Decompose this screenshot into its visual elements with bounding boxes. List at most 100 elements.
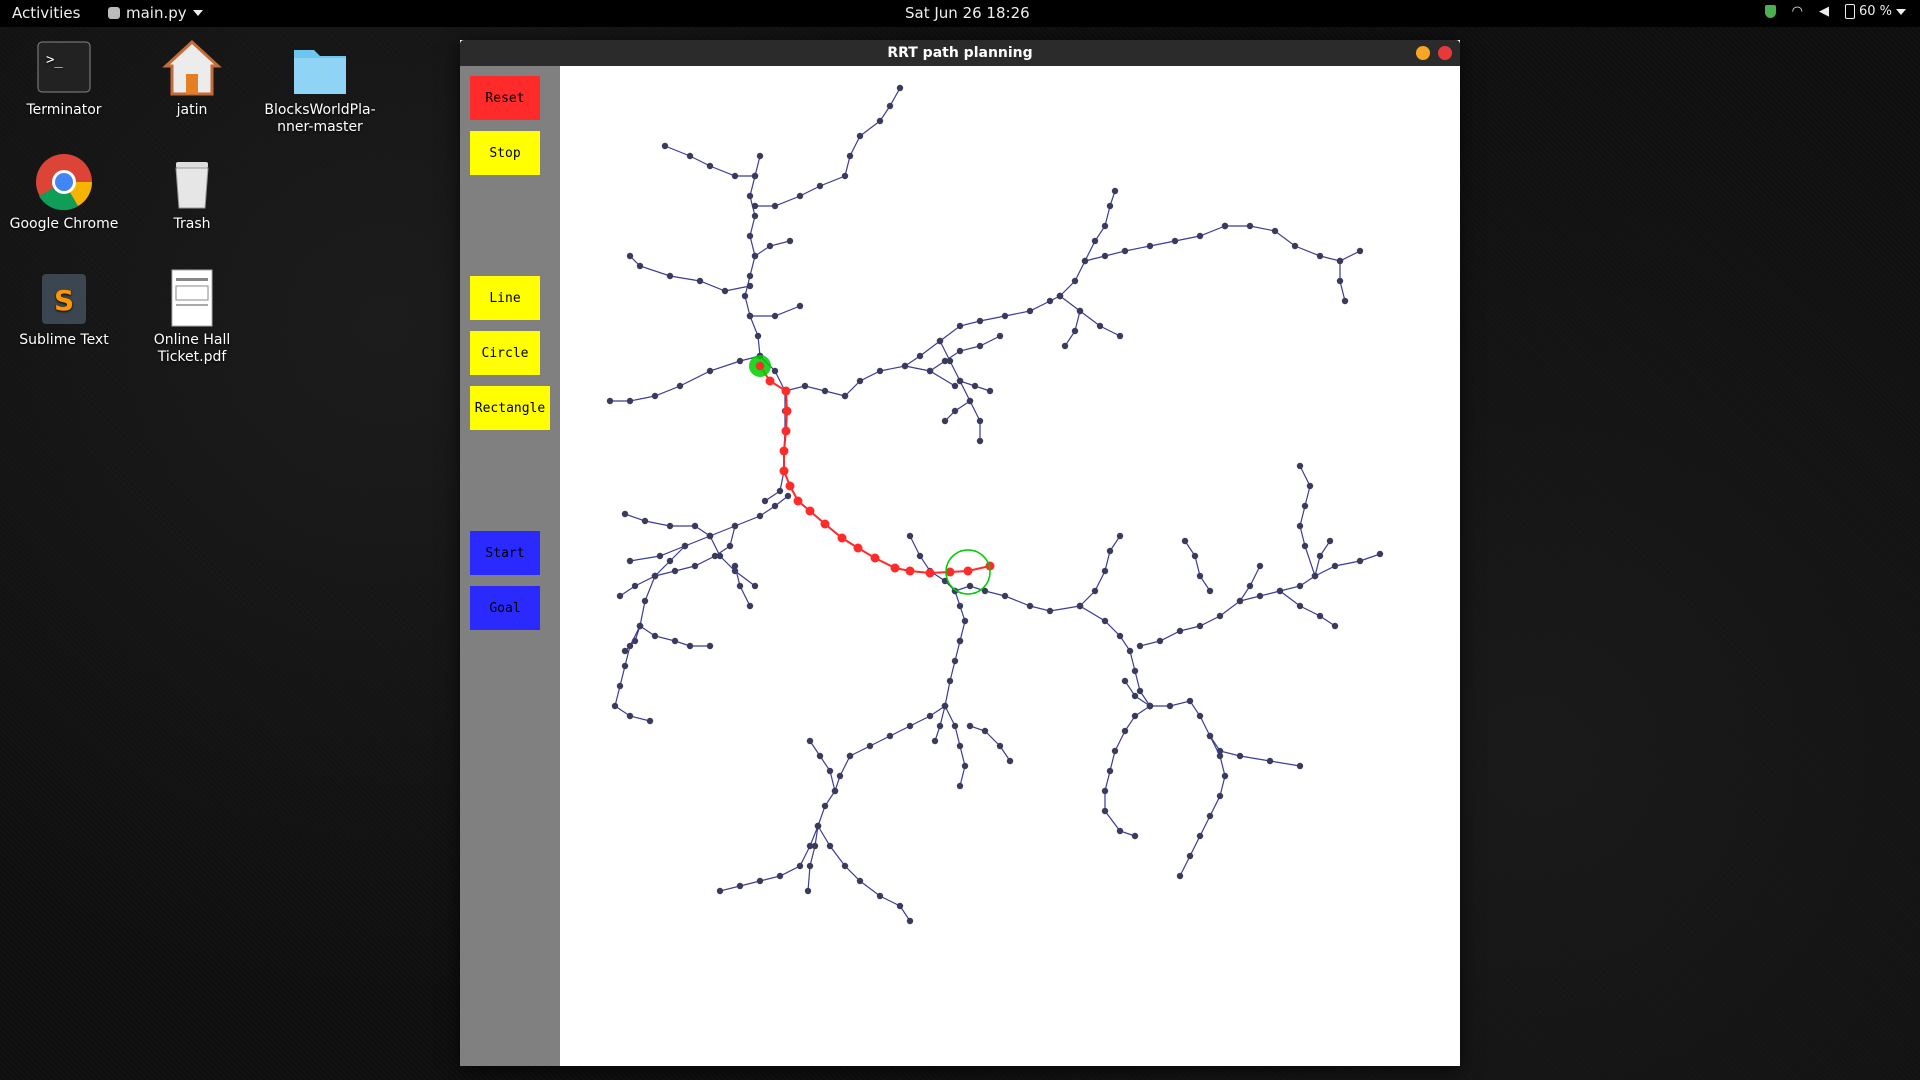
tree-node [1271, 227, 1279, 235]
desktop-icon-pdf[interactable]: Online Hall Ticket.pdf [128, 268, 256, 366]
tree-node [1136, 687, 1144, 695]
circle-button[interactable]: Circle [470, 331, 540, 375]
tree-edge [754, 240, 791, 257]
start-button[interactable]: Start [470, 531, 540, 575]
tree-edge [614, 625, 651, 722]
tree-node [1146, 702, 1154, 710]
tree-node [671, 567, 679, 575]
tree-node [1156, 637, 1164, 645]
tree-node [1331, 622, 1339, 630]
tree-edge [629, 255, 751, 292]
tree-edge [1150, 700, 1301, 767]
tree-node [1256, 562, 1264, 570]
close-button[interactable] [1438, 46, 1452, 60]
tree-node [996, 332, 1004, 340]
minimize-button[interactable] [1416, 46, 1430, 60]
tree-node [1111, 187, 1119, 195]
tree-node [666, 522, 674, 530]
tree-node [641, 597, 649, 605]
tree-node [1336, 257, 1344, 265]
tree-node [1236, 597, 1244, 605]
tree-node [1186, 697, 1194, 705]
tree-edge [784, 385, 846, 397]
tree-node [1101, 567, 1109, 575]
system-tray[interactable]: ◠ ◀ 60 % [1764, 4, 1906, 19]
goal-button[interactable]: Goal [470, 586, 540, 630]
tree-edge [629, 495, 789, 562]
app-menu[interactable]: main.py [108, 4, 203, 22]
tree-node [1136, 642, 1144, 650]
tree-node [1196, 832, 1204, 840]
tree-node [976, 342, 984, 350]
tree-node [976, 317, 984, 325]
pdf-icon [162, 268, 222, 328]
tree-node [971, 382, 979, 390]
tree-node [1101, 787, 1109, 795]
clock[interactable]: Sat Jun 26 18:26 [905, 4, 1030, 22]
tree-node [731, 562, 739, 570]
tree-node [1056, 292, 1064, 300]
tree-node [936, 337, 944, 345]
tree-node [826, 767, 834, 775]
path-node [905, 566, 915, 576]
tree-node [1166, 702, 1174, 710]
tree-node [676, 382, 684, 390]
volume-icon: ◀ [1818, 4, 1829, 19]
tree-node [811, 842, 819, 850]
tree-node [716, 887, 724, 895]
planning-canvas[interactable] [560, 66, 1460, 1066]
tree-node [736, 357, 744, 365]
tree-node [756, 512, 764, 520]
tree-node [1116, 332, 1124, 340]
tree-edge [1184, 540, 1211, 592]
tree-node [1196, 232, 1204, 240]
tree-node [1216, 612, 1224, 620]
chevron-down-icon [192, 10, 203, 16]
tree-node [936, 722, 944, 730]
desktop-icon-label: Terminator [26, 102, 102, 118]
tree-node [956, 742, 964, 750]
desktop-icon-label: Google Chrome [9, 216, 119, 232]
desktop-icon-chrome[interactable]: Google Chrome [0, 152, 128, 233]
desktop-icon-trash[interactable]: Trash [128, 152, 256, 233]
tree-node [951, 382, 959, 390]
tree-node [966, 582, 974, 590]
tree-node [1091, 587, 1099, 595]
chevron-down-icon [1896, 8, 1906, 15]
terminal-icon: >_ [34, 38, 94, 98]
tree-edge [1059, 295, 1121, 337]
top-bar: Activities main.py Sat Jun 26 18:26 ◠ ◀ … [0, 0, 1920, 27]
tree-node [631, 582, 639, 590]
tree-node [751, 582, 759, 590]
tree-node [1296, 462, 1304, 470]
tree-node [1046, 297, 1054, 305]
stop-button[interactable]: Stop [470, 131, 540, 175]
tree-node [1296, 582, 1304, 590]
tree-edge [664, 145, 755, 177]
tree-node [1331, 562, 1339, 570]
desktop-icon-blocksworld[interactable]: BlocksWorldPla- nner-master [256, 38, 384, 136]
rectangle-button[interactable]: Rectangle [470, 386, 550, 430]
activities-button[interactable]: Activities [12, 4, 80, 22]
tree-node [926, 367, 934, 375]
desktop-icon-sublime[interactable]: S Sublime Text [0, 268, 128, 349]
tree-node [1311, 572, 1319, 580]
tree-node [906, 917, 914, 925]
window-titlebar[interactable]: RRT path planning [460, 40, 1460, 66]
tree-node [746, 282, 754, 290]
desktop-icon-jatin[interactable]: jatin [128, 38, 256, 119]
tree-node [1076, 602, 1084, 610]
line-button[interactable]: Line [470, 276, 540, 320]
tree-node [646, 717, 654, 725]
tree-node [1176, 872, 1184, 880]
reset-button[interactable]: Reset [470, 76, 540, 120]
tree-edge [1079, 535, 1121, 607]
desktop-icon-terminator[interactable]: >_ Terminator [0, 38, 128, 119]
tree-node [1076, 307, 1084, 315]
tree-node [956, 322, 964, 330]
tree-node [926, 712, 934, 720]
tree-node [626, 642, 634, 650]
path-node [779, 446, 789, 456]
path-node [853, 543, 863, 553]
svg-text:>_: >_ [46, 52, 63, 68]
